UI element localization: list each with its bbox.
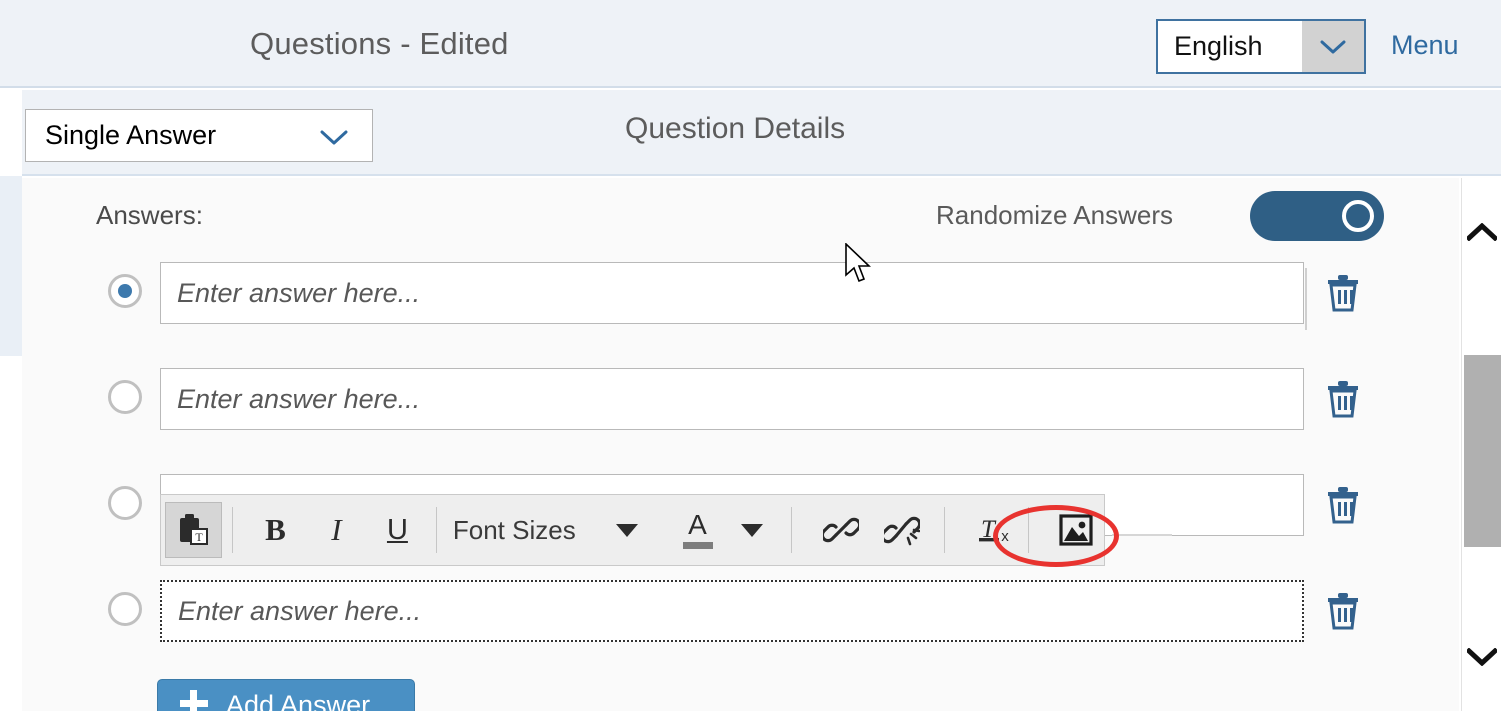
answer-placeholder-1: Enter answer here...: [177, 277, 421, 308]
section-title: Question Details: [625, 112, 846, 145]
answer-placeholder-4: Enter answer here...: [178, 595, 422, 626]
unlink-button[interactable]: [873, 502, 930, 558]
answer-row: Enter answer here...: [22, 368, 1459, 430]
font-color-button[interactable]: A: [672, 502, 723, 558]
font-sizes-label[interactable]: Font Sizes: [447, 515, 582, 546]
question-type-select-value: Single Answer: [45, 120, 217, 150]
italic-button[interactable]: I: [308, 502, 365, 558]
scroll-up-button[interactable]: [1462, 208, 1501, 256]
remove-format-icon: T x: [978, 516, 1009, 545]
delete-answer-3-button[interactable]: [1319, 480, 1367, 528]
bold-button[interactable]: B: [247, 502, 304, 558]
toolbar-separator: [791, 507, 793, 553]
page-title: Questions - Edited: [250, 26, 509, 61]
font-color-dropdown-button[interactable]: [735, 502, 769, 558]
language-select[interactable]: English: [1156, 19, 1366, 74]
chevron-up-icon: [1467, 223, 1497, 241]
trash-icon: [1328, 593, 1358, 630]
answers-label: Answers:: [96, 200, 203, 230]
trash-icon: [1328, 487, 1358, 524]
remove-format-button[interactable]: T x: [965, 502, 1022, 558]
add-answer-label: Add Answer: [226, 689, 371, 711]
chevron-down-icon: [1467, 648, 1497, 666]
add-answer-button[interactable]: Add Answer: [157, 679, 415, 711]
paste-as-text-button[interactable]: T: [165, 502, 223, 558]
rich-text-toolbar: T B I U Font Sizes A T x: [160, 494, 1105, 566]
answers-panel: Answers: Randomize Answers Enter answer …: [22, 178, 1459, 711]
answer-row: Enter answer here...: [22, 580, 1459, 642]
question-type-select[interactable]: Single Answer: [25, 109, 373, 162]
unlink-icon: [883, 516, 920, 546]
caret-down-icon: [615, 523, 638, 537]
scroll-down-button[interactable]: [1462, 633, 1501, 681]
language-select-arrow-button[interactable]: [1302, 21, 1364, 72]
answer-input-4[interactable]: Enter answer here...: [160, 580, 1304, 642]
insert-link-button[interactable]: [812, 502, 869, 558]
toolbar-separator: [435, 507, 437, 553]
font-color-swatch: [682, 542, 713, 549]
app-root: Questions - Edited English Menu Single A…: [0, 0, 1501, 711]
link-icon: [822, 517, 859, 543]
bold-label: B: [265, 512, 286, 547]
scrollbar-thumb[interactable]: [1464, 355, 1501, 547]
svg-text:x: x: [1001, 528, 1009, 545]
vertical-scrollbar[interactable]: [1461, 178, 1501, 711]
answer-row: Enter answer here...: [22, 262, 1459, 324]
answer-input-divider: [1305, 268, 1307, 330]
toolbar-separator: [232, 507, 234, 553]
menu-button[interactable]: Menu: [1391, 30, 1459, 61]
svg-text:T: T: [195, 530, 203, 544]
answer-radio-2[interactable]: [108, 380, 142, 414]
delete-answer-4-button[interactable]: [1319, 586, 1367, 634]
answer-input-1[interactable]: Enter answer here...: [160, 262, 1304, 324]
toolbar-separator: [944, 507, 946, 553]
randomize-answers-toggle[interactable]: [1250, 191, 1384, 241]
answer-input-2[interactable]: Enter answer here...: [160, 368, 1304, 430]
left-edge-strip: [0, 0, 22, 711]
delete-answer-2-button[interactable]: [1319, 374, 1367, 422]
chevron-down-icon: [320, 130, 348, 145]
sub-header-bar: Single Answer Question Details: [22, 90, 1501, 176]
clipboard-text-icon: T: [179, 514, 208, 545]
randomize-answers-label: Randomize Answers: [936, 200, 1173, 230]
toggle-knob: [1342, 200, 1374, 232]
italic-label: I: [331, 512, 342, 547]
delete-answer-1-button[interactable]: [1319, 268, 1367, 316]
trash-icon: [1328, 381, 1358, 418]
underline-button[interactable]: U: [369, 502, 426, 558]
plus-icon: [180, 690, 208, 711]
answer-radio-1[interactable]: [108, 274, 142, 308]
font-sizes-dropdown-button[interactable]: [610, 502, 644, 558]
answer-placeholder-2: Enter answer here...: [177, 383, 421, 414]
top-header-bar: Questions - Edited English Menu: [0, 0, 1501, 88]
left-edge-band: [0, 176, 22, 356]
answer-radio-4[interactable]: [108, 592, 142, 626]
toolbar-separator: [1028, 507, 1030, 553]
insert-image-button[interactable]: [1047, 502, 1104, 558]
underline-label: U: [386, 513, 408, 546]
trash-icon: [1328, 275, 1358, 312]
language-select-value: English: [1174, 31, 1263, 61]
chevron-down-icon: [1320, 40, 1346, 53]
answer-radio-3[interactable]: [108, 486, 142, 520]
image-icon: [1058, 514, 1093, 546]
caret-down-icon: [741, 523, 764, 537]
font-color-label: A: [688, 509, 707, 540]
